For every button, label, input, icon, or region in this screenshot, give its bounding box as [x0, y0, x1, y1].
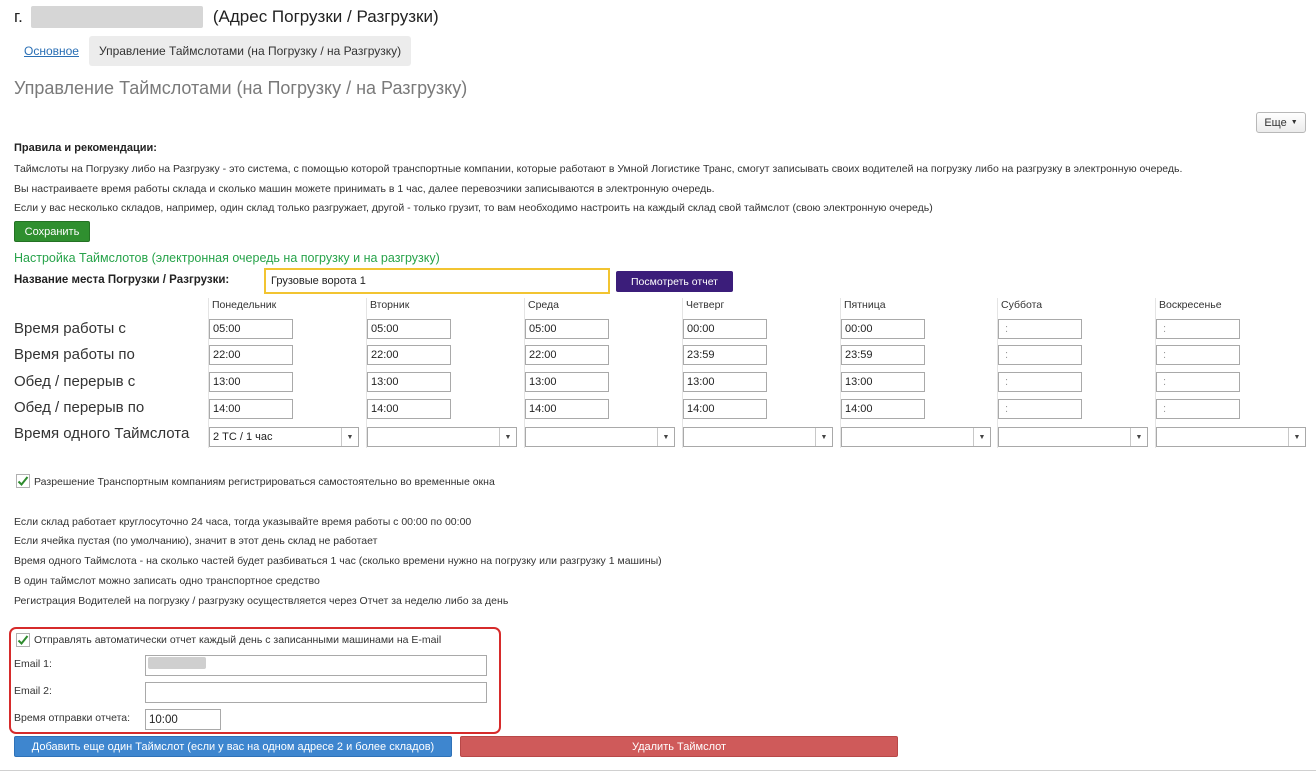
break-to-tue[interactable] — [367, 399, 451, 419]
work-from-tue[interactable] — [367, 319, 451, 339]
settings-heading: Настройка Таймслотов (электронная очеред… — [14, 251, 440, 265]
break-to-mon[interactable] — [209, 399, 293, 419]
row-label-work-from: Время работы с — [14, 320, 126, 337]
bottom-divider — [0, 770, 1316, 771]
auto-send-checkbox[interactable] — [16, 633, 30, 647]
chevron-down-icon: ▼ — [973, 428, 990, 446]
day-header-mon: Понедельник — [212, 299, 277, 311]
work-from-wed[interactable] — [525, 319, 609, 339]
auto-send-label: Отправлять автоматически отчет каждый де… — [34, 634, 442, 646]
delete-timeslot-button[interactable]: Удалить Таймслот — [460, 736, 898, 757]
permission-label: Разрешение Транспортным компаниям регист… — [34, 476, 495, 488]
row-label-break-from: Обед / перерыв с — [14, 373, 136, 390]
day-header-tue: Вторник — [370, 299, 410, 311]
chevron-down-icon: ▼ — [815, 428, 832, 446]
day-header-thu: Четверг — [686, 299, 725, 311]
rules-line: Если у вас несколько складов, например, … — [14, 202, 933, 214]
more-button-label: Еще — [1264, 116, 1287, 129]
slot-select-fri[interactable]: ▼ — [841, 427, 991, 447]
tab-bar: Основное Управление Таймслотами (на Погр… — [14, 36, 412, 66]
break-to-thu[interactable] — [683, 399, 767, 419]
slot-select-sat[interactable]: ▼ — [998, 427, 1148, 447]
slot-select-sun[interactable]: ▼ — [1156, 427, 1306, 447]
redacted-city — [30, 6, 203, 28]
break-to-sun[interactable] — [1156, 399, 1240, 419]
note-line: Регистрация Водителей на погрузку / разг… — [14, 595, 509, 607]
checkmark-icon — [17, 476, 29, 486]
break-from-fri[interactable] — [841, 372, 925, 392]
chevron-down-icon: ▼ — [499, 428, 516, 446]
rules-line: Вы настраиваете время работы склада и ск… — [14, 183, 715, 195]
break-from-sat[interactable] — [998, 372, 1082, 392]
work-to-sat[interactable] — [998, 345, 1082, 365]
rules-heading: Правила и рекомендации: — [14, 142, 157, 154]
break-to-wed[interactable] — [525, 399, 609, 419]
email1-label: Email 1: — [14, 658, 52, 670]
work-from-sun[interactable] — [1156, 319, 1240, 339]
slot-select-mon[interactable]: 2 ТС / 1 час ▼ — [209, 427, 359, 447]
break-from-thu[interactable] — [683, 372, 767, 392]
note-line: Если ячейка пустая (по умолчанию), значи… — [14, 535, 378, 547]
work-to-thu[interactable] — [683, 345, 767, 365]
email2-label: Email 2: — [14, 685, 52, 697]
window-title: г. (Адрес Погрузки / Разгрузки) — [14, 6, 439, 28]
place-label: Название места Погрузки / Разгрузки: — [14, 274, 230, 286]
note-line: Если склад работает круглосуточно 24 час… — [14, 516, 472, 528]
break-from-tue[interactable] — [367, 372, 451, 392]
work-from-sat[interactable] — [998, 319, 1082, 339]
checkmark-icon — [17, 635, 29, 645]
day-header-sat: Суббота — [1001, 299, 1043, 311]
chevron-down-icon: ▼ — [1288, 428, 1305, 446]
rules-line: Таймслоты на Погрузку либо на Разгрузку … — [14, 163, 1183, 175]
send-time-input[interactable] — [145, 709, 221, 730]
page-title: Управление Таймслотами (на Погрузку / на… — [14, 78, 468, 98]
place-name-input[interactable] — [264, 268, 610, 294]
work-to-fri[interactable] — [841, 345, 925, 365]
work-to-tue[interactable] — [367, 345, 451, 365]
slot-select-tue[interactable]: ▼ — [367, 427, 517, 447]
day-header-sun: Воскресенье — [1159, 299, 1222, 311]
title-suffix: (Адрес Погрузки / Разгрузки) — [212, 7, 439, 26]
save-button[interactable]: Сохранить — [14, 221, 90, 242]
work-from-thu[interactable] — [683, 319, 767, 339]
break-from-wed[interactable] — [525, 372, 609, 392]
triangle-down-icon: ▼ — [1290, 119, 1298, 126]
chevron-down-icon: ▼ — [341, 428, 358, 446]
permission-checkbox[interactable] — [16, 474, 30, 488]
note-line: Время одного Таймслота - на сколько част… — [14, 555, 662, 567]
slot-select-thu[interactable]: ▼ — [683, 427, 833, 447]
tab-timeslots[interactable]: Управление Таймслотами (на Погрузку / на… — [88, 36, 412, 66]
row-label-break-to: Обед / перерыв по — [14, 399, 145, 416]
break-to-fri[interactable] — [841, 399, 925, 419]
break-to-sat[interactable] — [998, 399, 1082, 419]
row-label-work-to: Время работы по — [14, 346, 135, 363]
more-button[interactable]: Еще ▼ — [1256, 112, 1306, 133]
break-from-mon[interactable] — [209, 372, 293, 392]
slot-select-wed[interactable]: ▼ — [525, 427, 675, 447]
work-from-fri[interactable] — [841, 319, 925, 339]
row-label-slot-duration: Время одного Таймслота — [14, 425, 190, 442]
tab-main[interactable]: Основное — [14, 36, 89, 66]
send-time-label: Время отправки отчета: — [14, 712, 131, 724]
day-header-wed: Среда — [528, 299, 559, 311]
redacted-email — [148, 657, 206, 669]
add-timeslot-button[interactable]: Добавить еще один Таймслот (если у вас н… — [14, 736, 452, 757]
work-to-wed[interactable] — [525, 345, 609, 365]
chevron-down-icon: ▼ — [1130, 428, 1147, 446]
work-to-mon[interactable] — [209, 345, 293, 365]
slot-select-value: 2 ТС / 1 час — [213, 431, 273, 443]
title-prefix: г. — [14, 7, 23, 26]
work-to-sun[interactable] — [1156, 345, 1240, 365]
email2-input[interactable] — [145, 682, 487, 703]
view-report-button[interactable]: Посмотреть отчет — [616, 271, 733, 292]
chevron-down-icon: ▼ — [657, 428, 674, 446]
note-line: В один таймслот можно записать одно тран… — [14, 575, 320, 587]
day-header-fri: Пятница — [844, 299, 886, 311]
break-from-sun[interactable] — [1156, 372, 1240, 392]
work-from-mon[interactable] — [209, 319, 293, 339]
